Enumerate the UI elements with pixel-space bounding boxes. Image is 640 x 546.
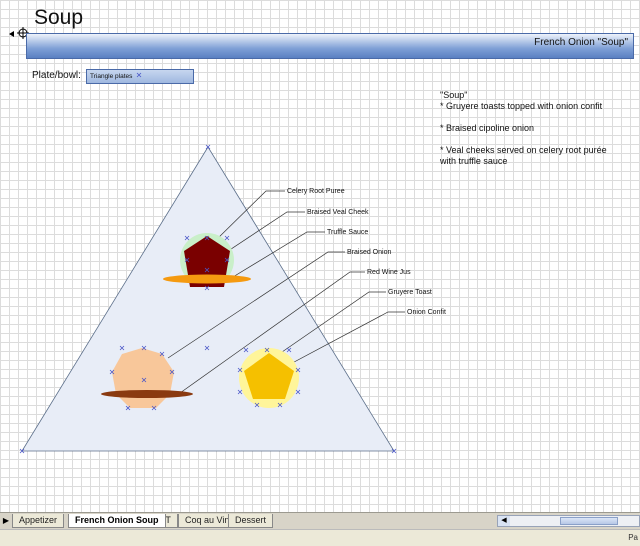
callout-braised-veal-cheek: Braised Veal Cheek [307,209,369,216]
tab-appetizer[interactable]: Appetizer [12,514,65,528]
callout-onion-confit: Onion Confit [407,309,446,316]
tab-scroll-right-icon[interactable]: ▶ [2,515,10,526]
callout-red-wine-jus: Red Wine Jus [367,269,411,276]
scroll-left-icon[interactable]: ◀ [498,516,510,526]
callout-truffle-sauce: Truffle Sauce [327,229,368,236]
truffle-sauce[interactable] [163,274,251,284]
callout-gruyere-toast: Gruyere Toast [388,289,432,296]
red-wine-jus[interactable] [101,390,193,398]
sheet-tab-bar: ▶ Appetizer French Onion Soup BLT Coq au… [0,512,640,529]
callout-braised-onion: Braised Onion [347,249,391,256]
tab-dessert[interactable]: Dessert [228,514,274,528]
plating-diagram: Celery Root Puree Braised Veal Cheek Tru… [19,72,446,454]
status-text: Pa [628,533,638,542]
horizontal-scrollbar[interactable]: ◀ [497,515,640,527]
status-bar: Pa [0,529,640,546]
tab-french-onion-soup[interactable]: French Onion Soup [68,514,166,528]
callout-celery-root-puree: Celery Root Puree [287,188,345,195]
scrollbar-thumb[interactable] [560,517,618,525]
